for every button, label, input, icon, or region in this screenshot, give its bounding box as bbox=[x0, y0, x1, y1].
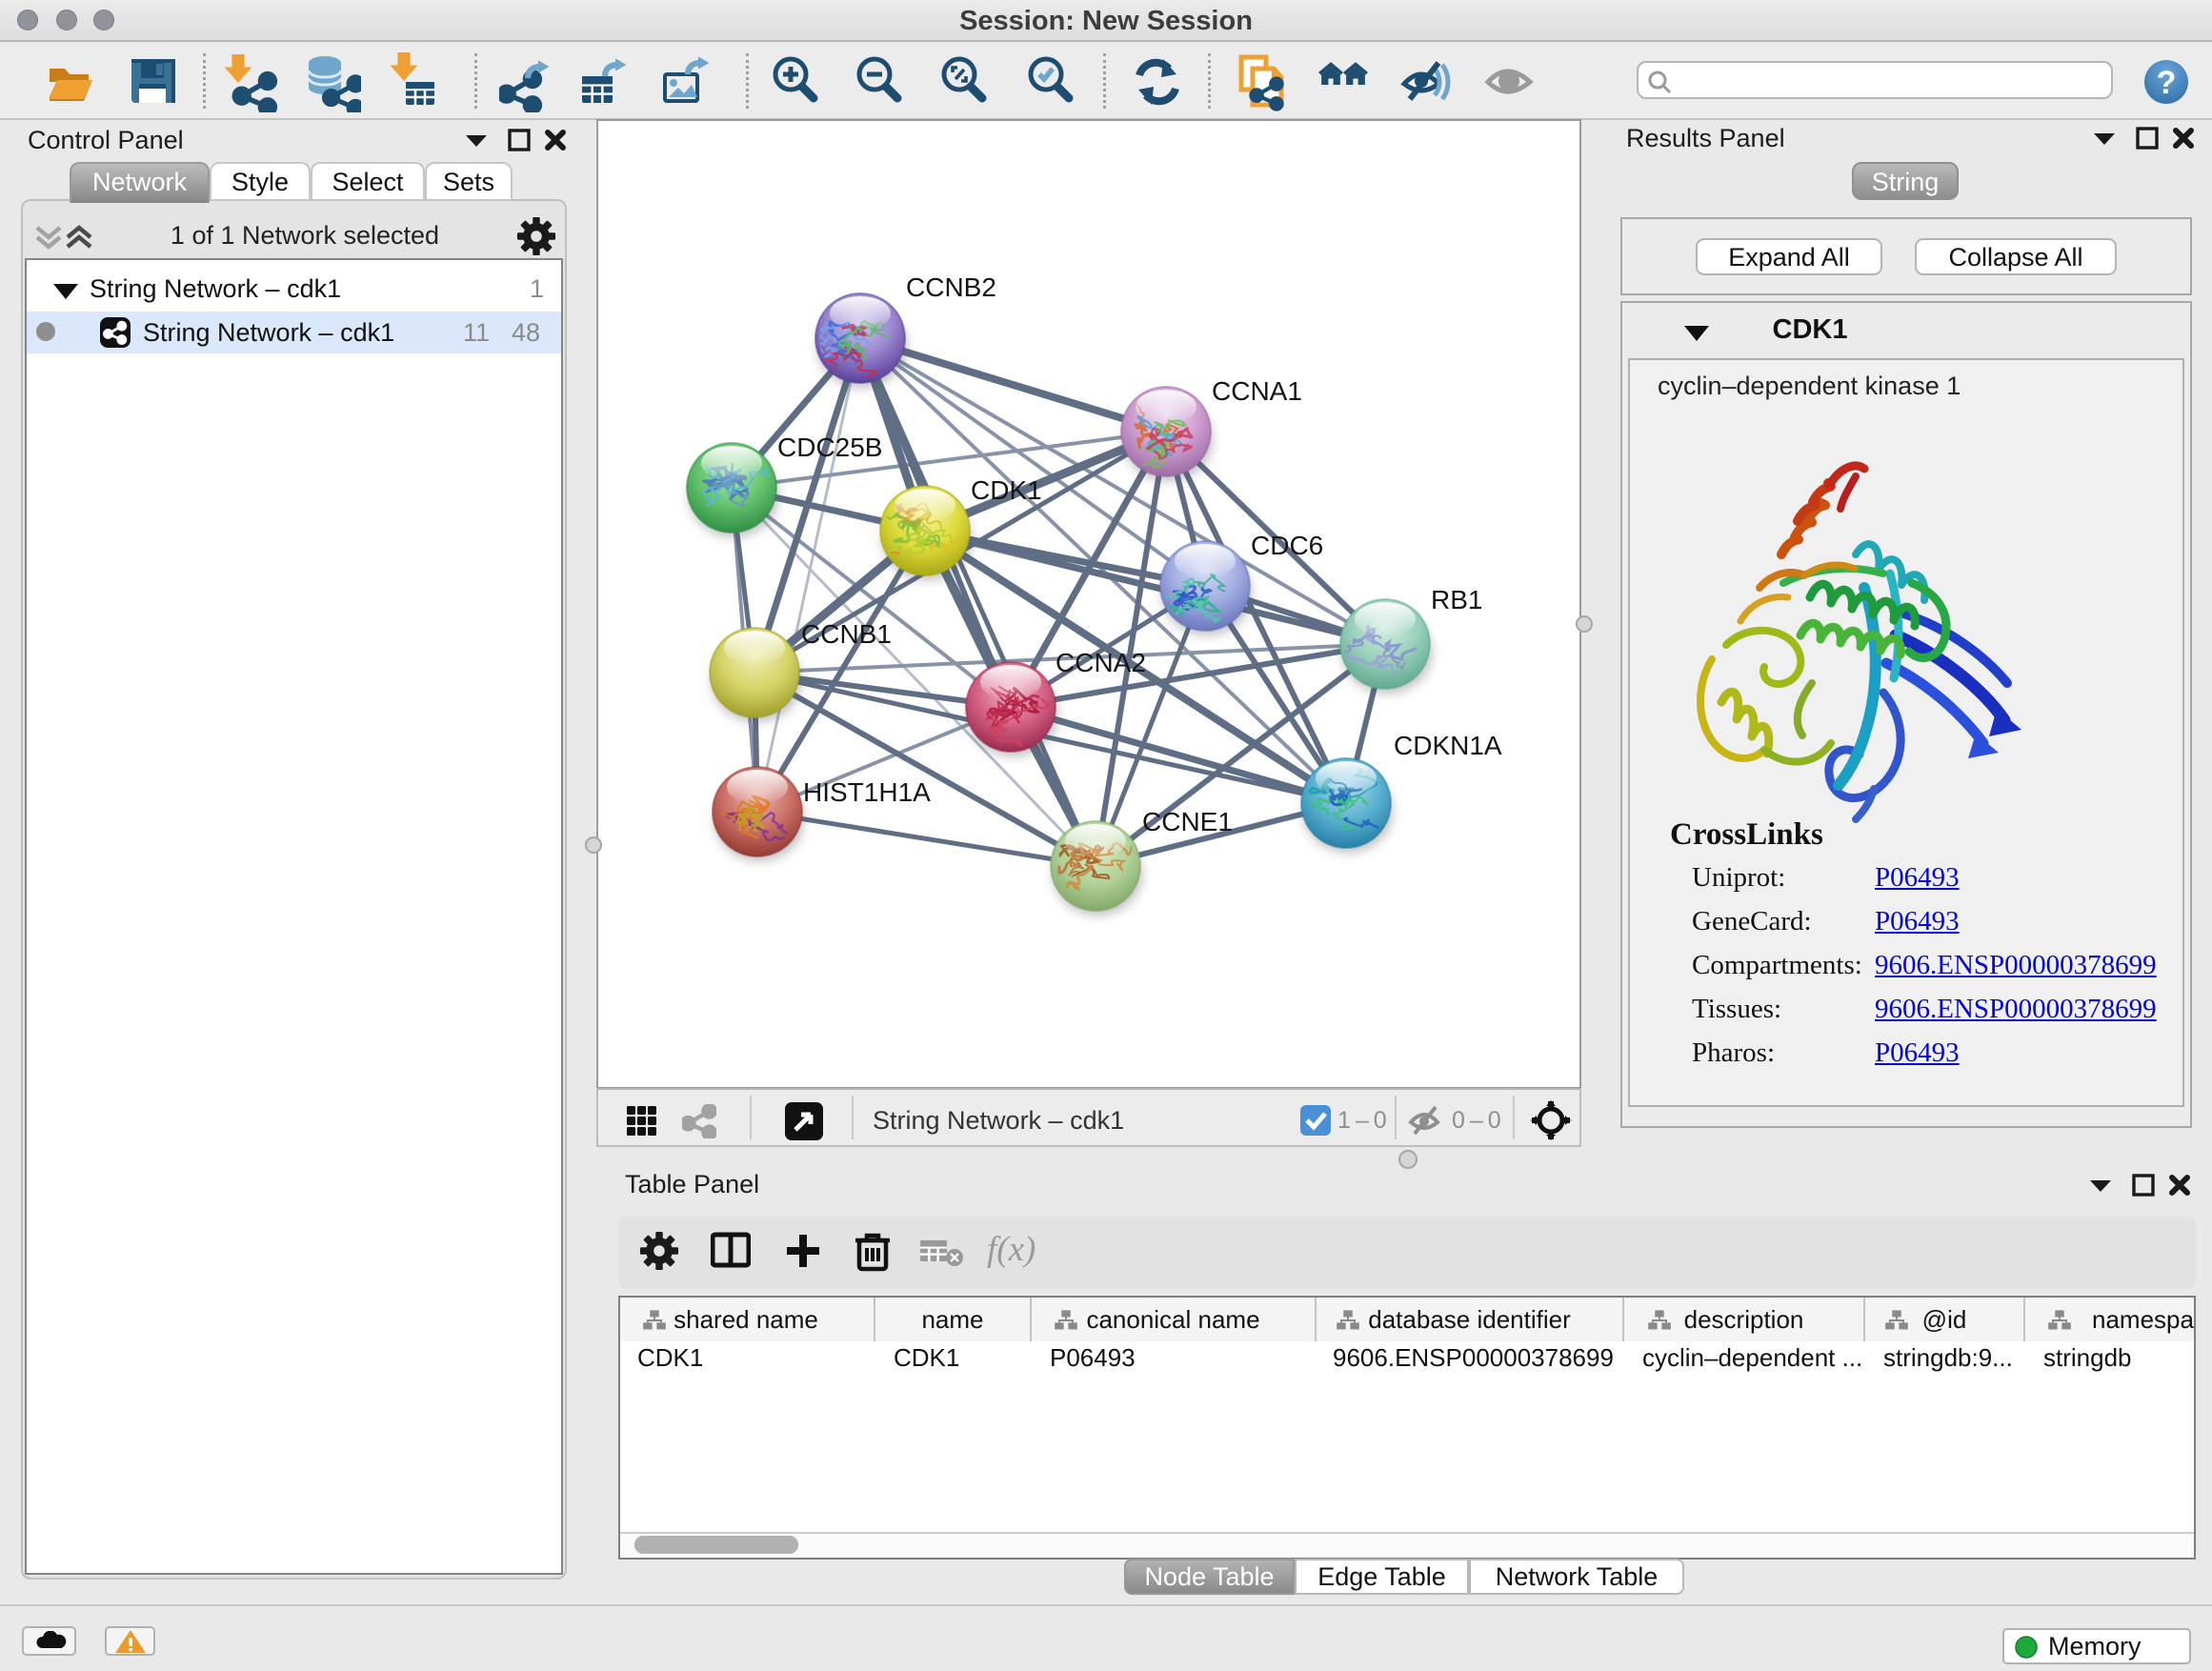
svg-text:CDC6: CDC6 bbox=[1251, 531, 1323, 560]
svg-text:RB1: RB1 bbox=[1431, 585, 1482, 614]
svg-text:CDKN1A: CDKN1A bbox=[1394, 731, 1502, 760]
svg-text:CDK1: CDK1 bbox=[971, 475, 1042, 505]
svg-text:CCNA2: CCNA2 bbox=[1056, 648, 1146, 677]
svg-text:CDC25B: CDC25B bbox=[777, 433, 882, 462]
svg-text:CCNB2: CCNB2 bbox=[906, 272, 996, 302]
svg-text:HIST1H1A: HIST1H1A bbox=[803, 777, 931, 807]
svg-text:CCNA1: CCNA1 bbox=[1212, 376, 1302, 406]
svg-text:CCNE1: CCNE1 bbox=[1142, 807, 1233, 836]
svg-text:?: ? bbox=[2157, 65, 2177, 101]
svg-text:CCNB1: CCNB1 bbox=[801, 619, 892, 649]
